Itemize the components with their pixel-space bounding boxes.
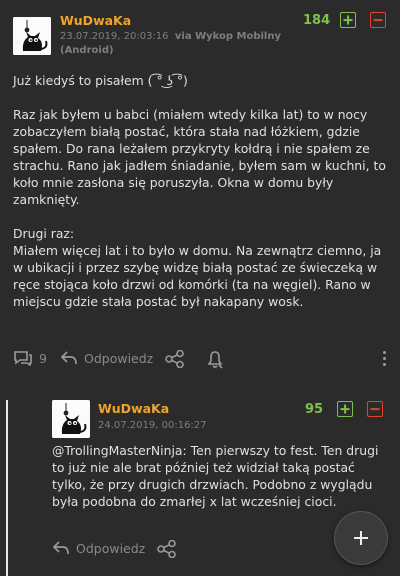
reply-avatar[interactable] <box>52 400 90 438</box>
entry-via: via Wykop Mobilny <box>174 31 281 42</box>
reply-date: 24.07.2019, 00:16:27 <box>98 420 207 431</box>
main-entry: WuDwaKa 23.07.2019, 20:03:16 via Wykop M… <box>0 0 400 372</box>
comments-icon <box>14 351 32 366</box>
notification-bell-icon[interactable] <box>205 349 225 369</box>
cat-avatar-icon <box>13 17 51 55</box>
downvote-button[interactable] <box>370 12 386 28</box>
share-icon[interactable] <box>165 350 185 368</box>
reply-arrow-icon <box>52 541 69 555</box>
reply-reply-button[interactable]: Odpowiedz <box>52 540 145 556</box>
share-icon[interactable] <box>157 540 177 558</box>
avatar[interactable] <box>13 17 51 55</box>
reply-button[interactable]: Odpowiedz <box>60 350 153 366</box>
comments-button[interactable]: 9 <box>13 350 47 366</box>
author-name[interactable]: WuDwaKa <box>60 13 131 28</box>
reply-downvote-button[interactable] <box>367 401 383 417</box>
reply-arrow-icon <box>60 351 77 365</box>
reply-label: Odpowiedz <box>84 350 154 366</box>
reply-reply-label: Odpowiedz <box>76 540 146 556</box>
entry-date: 23.07.2019, 20:03:16 <box>60 31 169 42</box>
cat-avatar-icon <box>52 400 90 438</box>
add-comment-fab[interactable] <box>335 512 387 564</box>
reply-upvote-button[interactable] <box>337 401 353 417</box>
entry-body: Już kiedyś to pisałem ( ͡° ͜ʖ ͡°) Raz ja… <box>13 73 386 309</box>
entry-platform: (Android) <box>60 45 114 56</box>
more-options-icon[interactable] <box>383 351 387 369</box>
comments-count: 9 <box>39 350 47 366</box>
upvote-button[interactable] <box>340 12 356 28</box>
reply-body: @TrollingMasterNinja: Ten pierwszy to fe… <box>52 443 379 509</box>
thread-line <box>6 400 8 576</box>
entry-score: 184 <box>303 13 331 28</box>
reply-author-name[interactable]: WuDwaKa <box>98 401 169 416</box>
entry-meta: 23.07.2019, 20:03:16 via Wykop Mobilny (… <box>60 30 281 58</box>
reply-score: 95 <box>305 402 324 417</box>
